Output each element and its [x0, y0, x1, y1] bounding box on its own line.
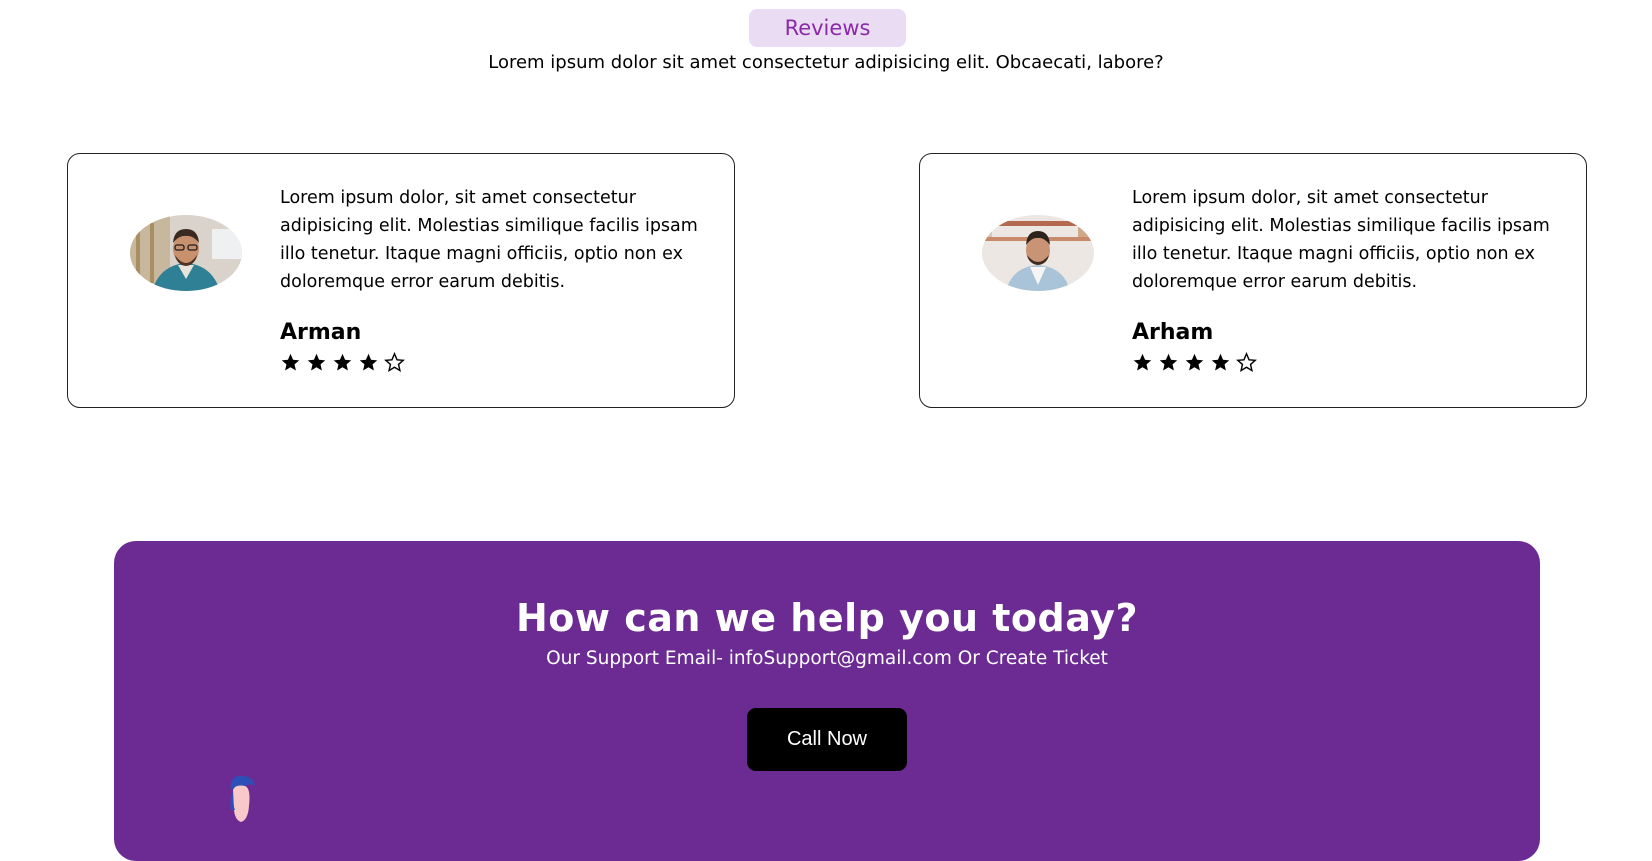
star-filled-icon — [1185, 353, 1204, 371]
review-card: Lorem ipsum dolor, sit amet consectetur … — [67, 153, 735, 408]
help-section: How can we help you today? Our Support E… — [114, 541, 1540, 861]
reviews-pill-label: Reviews — [749, 9, 906, 47]
review-text: Lorem ipsum dolor, sit amet consectetur … — [1132, 188, 1550, 292]
star-filled-icon — [281, 353, 300, 371]
star-filled-icon — [333, 353, 352, 371]
star-filled-icon — [1211, 353, 1230, 371]
star-rating — [280, 352, 405, 373]
star-empty-icon — [384, 352, 405, 373]
person-photo-icon — [982, 215, 1094, 291]
reviewer-name: Arman — [280, 320, 362, 345]
reviewer-name: Arham — [1132, 320, 1214, 345]
star-rating — [1132, 352, 1257, 373]
call-now-button[interactable]: Call Now — [747, 708, 907, 771]
help-title: How can we help you today? — [515, 596, 1138, 640]
star-empty-icon — [1236, 352, 1257, 373]
avatar — [130, 215, 242, 291]
review-text: Lorem ipsum dolor, sit amet consectetur … — [280, 188, 698, 292]
star-filled-icon — [307, 353, 326, 371]
help-subtitle: Our Support Email- infoSupport@gmail.com… — [546, 648, 1108, 669]
star-filled-icon — [1133, 353, 1152, 371]
star-filled-icon — [1159, 353, 1178, 371]
avatar — [982, 215, 1094, 291]
review-card: Lorem ipsum dolor, sit amet consectetur … — [919, 153, 1587, 408]
person-photo-icon — [130, 215, 242, 291]
reviews-subtitle: Lorem ipsum dolor sit amet consectetur a… — [488, 52, 1164, 73]
support-person-illustration-icon — [230, 776, 255, 822]
star-filled-icon — [359, 353, 378, 371]
